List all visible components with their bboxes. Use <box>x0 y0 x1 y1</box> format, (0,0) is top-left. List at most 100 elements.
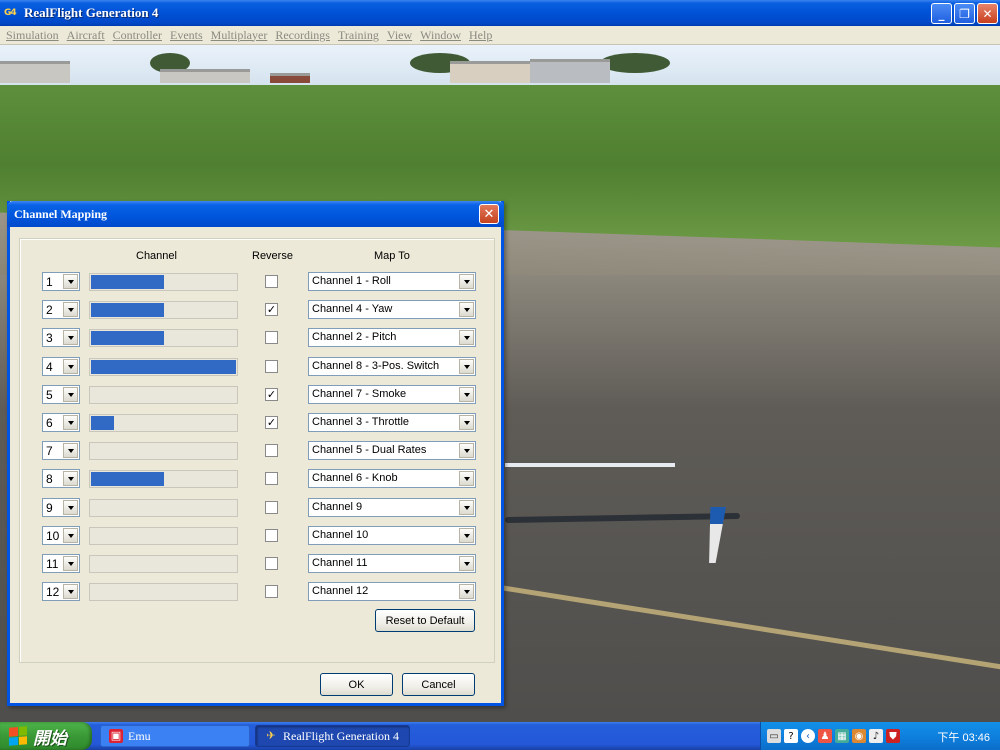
chevron-down-icon[interactable] <box>63 302 78 317</box>
channel-level-bar <box>89 470 238 488</box>
network-icon[interactable]: ▦ <box>835 729 849 743</box>
chevron-down-icon[interactable] <box>459 500 474 515</box>
menu-window[interactable]: Window <box>416 28 465 43</box>
taskbar-item-realflight[interactable]: ✈ RealFlight Generation 4 <box>255 725 410 747</box>
chevron-down-icon[interactable] <box>459 584 474 599</box>
reverse-checkbox[interactable] <box>265 444 278 457</box>
channel-row: 6 ✓ Channel 3 - Throttle <box>10 413 500 433</box>
restore-button[interactable]: ❐ <box>954 3 975 24</box>
channel-number-select[interactable]: 2 <box>42 300 80 319</box>
user-icon[interactable]: ♟ <box>818 729 832 743</box>
chevron-down-icon[interactable] <box>63 359 78 374</box>
channel-level-bar <box>89 583 238 601</box>
antivirus-icon[interactable]: ◉ <box>852 729 866 743</box>
map-to-select[interactable]: Channel 4 - Yaw <box>308 300 476 319</box>
cancel-button[interactable]: Cancel <box>402 673 475 696</box>
chevron-down-icon[interactable] <box>63 584 78 599</box>
reverse-checkbox[interactable] <box>265 529 278 542</box>
channel-number-select[interactable]: 12 <box>42 582 80 601</box>
ok-button[interactable]: OK <box>320 673 393 696</box>
reverse-checkbox[interactable] <box>265 557 278 570</box>
dialog-close-button[interactable]: ✕ <box>479 204 499 224</box>
chevron-down-icon[interactable] <box>459 415 474 430</box>
channel-number-select[interactable]: 9 <box>42 498 80 517</box>
channel-number-select[interactable]: 8 <box>42 469 80 488</box>
dialog-titlebar[interactable]: Channel Mapping ✕ <box>7 201 504 227</box>
keyboard-icon[interactable]: ▭ <box>767 729 781 743</box>
header-channel: Channel <box>136 250 177 262</box>
chevron-down-icon[interactable] <box>63 500 78 515</box>
chevron-down-icon[interactable] <box>63 528 78 543</box>
map-to-select[interactable]: Channel 12 <box>308 582 476 601</box>
channel-number-select[interactable]: 7 <box>42 441 80 460</box>
chevron-down-icon[interactable] <box>459 359 474 374</box>
reverse-checkbox[interactable]: ✓ <box>265 388 278 401</box>
reverse-checkbox[interactable]: ✓ <box>265 303 278 316</box>
map-to-select[interactable]: Channel 2 - Pitch <box>308 328 476 347</box>
chevron-down-icon[interactable] <box>63 556 78 571</box>
menu-aircraft[interactable]: Aircraft <box>63 28 109 43</box>
reverse-checkbox[interactable] <box>265 585 278 598</box>
channel-number-select[interactable]: 4 <box>42 357 80 376</box>
channel-level-fill <box>91 303 164 317</box>
chevron-down-icon[interactable] <box>459 387 474 402</box>
map-to-select[interactable]: Channel 7 - Smoke <box>308 385 476 404</box>
menu-help[interactable]: Help <box>465 28 496 43</box>
shield-icon[interactable]: ⛊ <box>886 729 900 743</box>
menu-multiplayer[interactable]: Multiplayer <box>207 28 272 43</box>
chevron-down-icon[interactable] <box>63 387 78 402</box>
menu-controller[interactable]: Controller <box>109 28 166 43</box>
reset-to-default-button[interactable]: Reset to Default <box>375 609 475 632</box>
map-to-select[interactable]: Channel 3 - Throttle <box>308 413 476 432</box>
emu-icon: ▣ <box>109 729 123 743</box>
window-titlebar[interactable]: G4 RealFlight Generation 4 _ ❐ ✕ <box>0 0 1000 26</box>
menu-training[interactable]: Training <box>334 28 383 43</box>
map-to-select[interactable]: Channel 9 <box>308 498 476 517</box>
close-window-button[interactable]: ✕ <box>977 3 998 24</box>
map-to-select[interactable]: Channel 10 <box>308 526 476 545</box>
speaker-icon[interactable]: ♪ <box>869 729 883 743</box>
menu-recordings[interactable]: Recordings <box>271 28 334 43</box>
chevron-down-icon[interactable] <box>459 556 474 571</box>
reverse-checkbox[interactable] <box>265 331 278 344</box>
reverse-checkbox[interactable] <box>265 275 278 288</box>
menu-simulation[interactable]: Simulation <box>2 28 63 43</box>
map-to-select[interactable]: Channel 11 <box>308 554 476 573</box>
channel-number-select[interactable]: 5 <box>42 385 80 404</box>
chevron-down-icon[interactable] <box>459 302 474 317</box>
map-to-select[interactable]: Channel 8 - 3-Pos. Switch <box>308 357 476 376</box>
chevron-down-icon[interactable] <box>63 443 78 458</box>
chevron-left-icon[interactable]: ‹ <box>801 729 815 743</box>
helicopter-rotor <box>505 463 675 467</box>
chevron-down-icon[interactable] <box>459 471 474 486</box>
channel-number-select[interactable]: 3 <box>42 328 80 347</box>
channel-row: 5 ✓ Channel 7 - Smoke <box>10 385 500 405</box>
help-icon[interactable]: ? <box>784 729 798 743</box>
map-to-select[interactable]: Channel 6 - Knob <box>308 469 476 488</box>
chevron-down-icon[interactable] <box>63 330 78 345</box>
chevron-down-icon[interactable] <box>63 415 78 430</box>
map-to-select[interactable]: Channel 1 - Roll <box>308 272 476 291</box>
channel-number-select[interactable]: 10 <box>42 526 80 545</box>
start-button[interactable]: 開始 <box>0 722 92 750</box>
chevron-down-icon[interactable] <box>459 443 474 458</box>
map-to-value: Channel 11 <box>312 557 368 569</box>
channel-number-select[interactable]: 1 <box>42 272 80 291</box>
reverse-checkbox[interactable]: ✓ <box>265 416 278 429</box>
chevron-down-icon[interactable] <box>63 274 78 289</box>
chevron-down-icon[interactable] <box>459 274 474 289</box>
channel-number-select[interactable]: 11 <box>42 554 80 573</box>
channel-number-value: 6 <box>46 416 53 430</box>
menu-events[interactable]: Events <box>166 28 207 43</box>
reverse-checkbox[interactable] <box>265 472 278 485</box>
channel-number-select[interactable]: 6 <box>42 413 80 432</box>
chevron-down-icon[interactable] <box>63 471 78 486</box>
taskbar-item-emu[interactable]: ▣ Emu <box>100 725 250 747</box>
reverse-checkbox[interactable] <box>265 360 278 373</box>
map-to-select[interactable]: Channel 5 - Dual Rates <box>308 441 476 460</box>
chevron-down-icon[interactable] <box>459 528 474 543</box>
menu-view[interactable]: View <box>383 28 416 43</box>
chevron-down-icon[interactable] <box>459 330 474 345</box>
reverse-checkbox[interactable] <box>265 501 278 514</box>
minimize-button[interactable]: _ <box>931 3 952 24</box>
